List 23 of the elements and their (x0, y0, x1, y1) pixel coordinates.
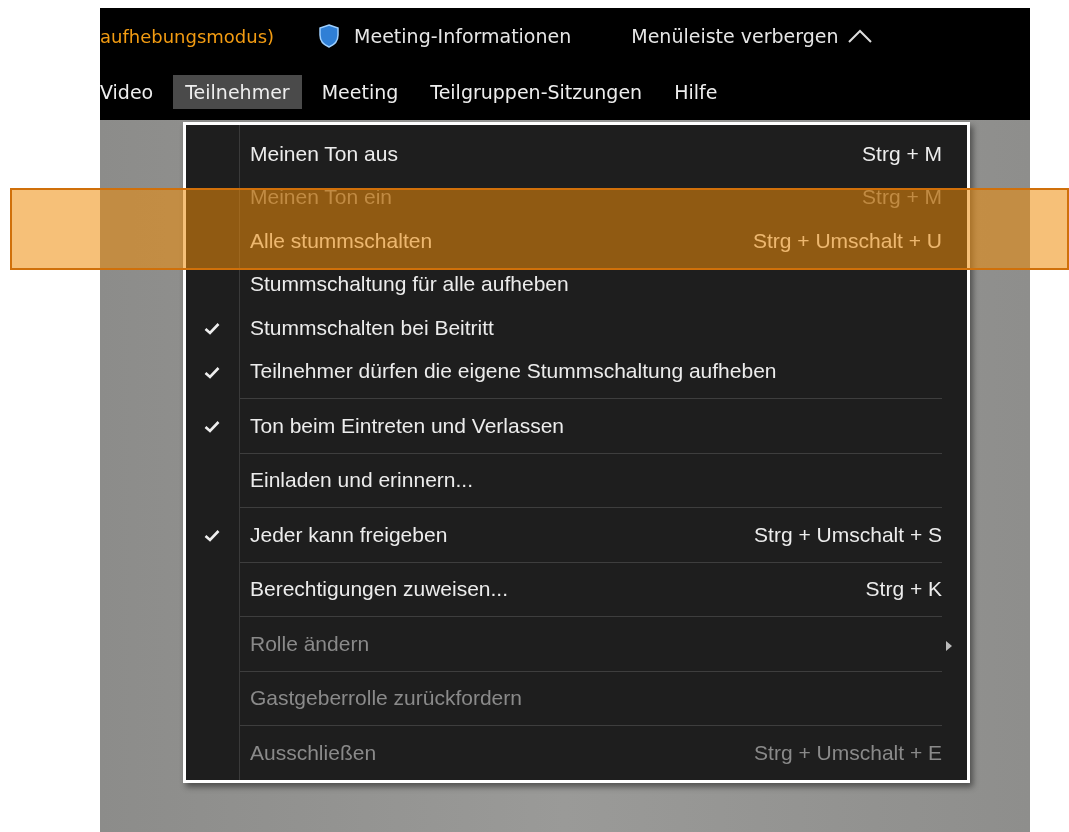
shield-icon (318, 24, 341, 48)
shortcut-text: Strg + Umschalt + E (754, 740, 942, 765)
chevron-up-icon[interactable] (846, 28, 873, 44)
menu-item[interactable]: Stummschaltung für alle aufheben (250, 272, 942, 297)
status-text: aufhebungsmodus) (100, 25, 275, 47)
shortcut-text: Strg + M (862, 141, 942, 166)
hide-menubar-button[interactable]: Menüleiste verbergen (631, 25, 839, 47)
menu-bar-item[interactable]: Teilnehmer (173, 75, 302, 109)
menu-item[interactable]: Jeder kann freigeben (250, 522, 755, 547)
menu-item[interactable]: Stummschalten bei Beitritt (250, 315, 942, 340)
menu-bar-item[interactable]: Teilgruppen-Sitzungen (418, 75, 655, 109)
shortcut-text: Strg + K (865, 577, 942, 602)
menu-item[interactable]: Berechtigungen zuweisen... (250, 577, 866, 602)
menu-item[interactable]: Ton beim Eintreten und Verlassen (250, 413, 942, 438)
menu-bar-item[interactable]: Hilfe (662, 75, 730, 109)
menu-item[interactable]: Teilnehmer dürfen die eigene Stummschaltung aufheben (250, 359, 942, 384)
shortcut-text: Strg + Umschalt + U (752, 228, 942, 253)
menu-bar-item[interactable]: Meeting (309, 75, 411, 109)
menu-item[interactable]: Meinen Ton aus (250, 141, 863, 166)
menu-item[interactable]: Einladen und erinnern... (250, 468, 942, 493)
shortcut-text: Strg + Umschalt + S (754, 522, 942, 547)
menu-bar-item[interactable]: Video (100, 75, 166, 109)
meeting-info-button[interactable]: Meeting-Informationen (354, 25, 572, 47)
